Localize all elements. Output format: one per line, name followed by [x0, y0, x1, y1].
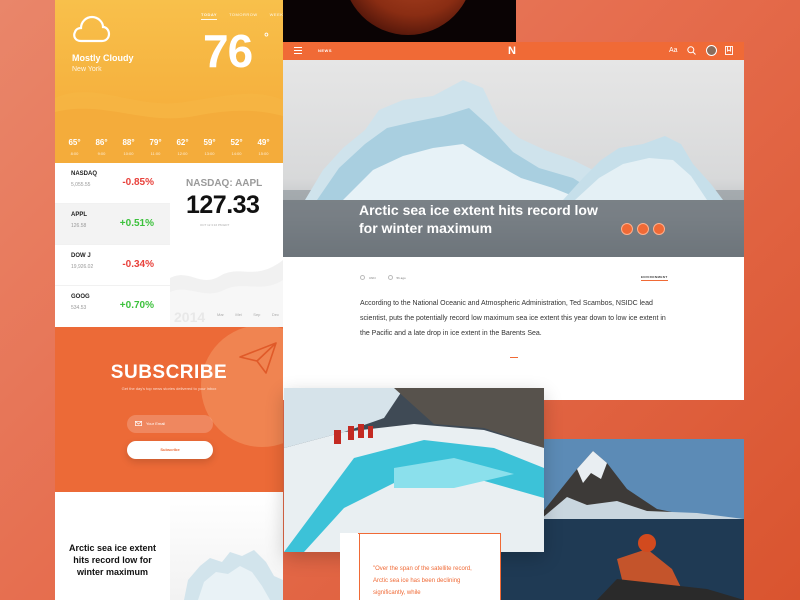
forecast-item: 79° 11:00 — [149, 138, 161, 156]
time-meta: 5h ago — [387, 275, 406, 280]
article-headline: Arctic sea ice extent hits record low fo… — [359, 202, 598, 236]
brand-logo[interactable]: N — [508, 45, 516, 57]
stock-list: NASDAQ 5,055.55 -0.85% APPL 126.58 +0.51… — [55, 163, 170, 327]
month-label: Mar — [217, 312, 224, 317]
article-body: According to the National Oceanic and At… — [360, 300, 666, 337]
iceberg-thumbnail-image — [184, 550, 283, 600]
tab-today[interactable]: TODAY — [201, 12, 218, 20]
stock-change: +0.70% — [119, 300, 154, 311]
forecast-item: 88° 10:00 — [122, 138, 134, 156]
forecast-hour: 11:00 — [150, 151, 161, 156]
weather-city: New York — [72, 66, 102, 73]
glacier-scene — [284, 388, 544, 552]
forecast-item: 52° 14:00 — [230, 138, 242, 156]
forecast-item: 62° 12:00 — [176, 138, 188, 156]
forecast-temp: 62° — [176, 138, 189, 147]
nav-news-link[interactable]: NEWS — [318, 48, 332, 53]
forecast-item: 65° 8:00 — [68, 138, 80, 156]
tab-tomorrow[interactable]: TOMORROW — [229, 12, 258, 20]
clock-icon — [387, 275, 393, 280]
subscribe-title: SUBSCRIBE — [110, 362, 228, 383]
forecast-hour: 10:00 — [123, 151, 134, 156]
email-placeholder: Your Email — [146, 421, 166, 426]
side-article-card[interactable]: Arctic sea ice extent hits record low fo… — [55, 492, 170, 600]
weather-tabs: TODAY TOMORROW WEEK — [201, 12, 283, 20]
glacier-photo — [284, 388, 544, 552]
forecast-hour: 9:00 — [97, 151, 106, 156]
stock-change: +0.51% — [119, 218, 154, 229]
chart-year: 2014 — [174, 309, 206, 325]
share-icon[interactable] — [653, 223, 665, 235]
forecast-temp: 79° — [149, 138, 162, 147]
tab-week[interactable]: WEEK — [270, 12, 283, 20]
stock-value: 5,055.55 — [71, 182, 91, 188]
forecast-temp: 49° — [257, 138, 270, 147]
stock-name: NASDAQ — [71, 171, 98, 177]
article-source: CNN — [369, 275, 376, 280]
pull-quote: "Over the span of the satellite record, … — [373, 566, 472, 596]
article-panel: NEWS N Aa Arctic sea ice extent hits rec… — [283, 42, 744, 400]
category-tag[interactable]: ENVIRONMENT — [641, 275, 668, 281]
menu-icon[interactable] — [294, 47, 302, 54]
forecast-hour: 15:00 — [258, 151, 269, 156]
current-temperature: 76 — [203, 25, 253, 77]
subscribe-description: Get the day's top news stories delivered… — [121, 386, 217, 391]
side-article-thumbnail[interactable] — [170, 492, 283, 600]
chart-months: Mar Mei Sep Dec — [217, 312, 279, 317]
side-article-title: Arctic sea ice extent hits record low fo… — [68, 543, 157, 577]
planet-shape — [343, 0, 473, 35]
mail-icon — [135, 421, 142, 426]
section-divider — [510, 357, 518, 358]
month-label: Dec — [271, 312, 279, 317]
source-meta: CNN — [360, 275, 376, 280]
stock-detail-card: NASDAQ: AAPL 127.33 OCT 12 3:16 PM EDT 2… — [170, 163, 283, 327]
comment-icon[interactable] — [621, 223, 633, 235]
email-field[interactable]: Your Email — [127, 415, 213, 433]
article-meta: CNN 5h ago — [360, 275, 406, 280]
stock-row-nasdaq[interactable]: NASDAQ 5,055.55 -0.85% — [55, 163, 170, 204]
hourly-forecast: 65° 8:00 86° 9:00 88° 10:00 79° 11:00 62° 12:… — [55, 138, 283, 156]
stock-timestamp: OCT 12 3:16 PM EDT — [200, 223, 230, 227]
forecast-temp: 88° — [122, 138, 135, 147]
font-size-icon[interactable]: Aa — [669, 47, 678, 54]
forecast-hour: 12:00 — [177, 151, 188, 156]
forecast-temp: 65° — [68, 138, 81, 147]
top-navigation-bar: NEWS N Aa — [283, 42, 744, 60]
stock-row-dowj[interactable]: DOW J 19,926.02 -0.34% — [55, 245, 170, 286]
forecast-temp: 86° — [95, 138, 108, 147]
stock-row-appl[interactable]: APPL 126.58 +0.51% — [55, 204, 170, 245]
degree-symbol: ° — [264, 30, 269, 44]
forecast-temp: 52° — [230, 138, 243, 147]
month-label: Mei — [235, 312, 242, 317]
stock-name: DOW J — [71, 253, 91, 259]
stock-price: 127.33 — [186, 191, 260, 219]
month-label: Sep — [253, 312, 261, 317]
stock-change: -0.85% — [122, 177, 154, 188]
forecast-temp: 59° — [203, 138, 216, 147]
bookmark-icon[interactable] — [637, 223, 649, 235]
forecast-hour: 13:00 — [204, 151, 215, 156]
search-icon[interactable] — [687, 46, 696, 55]
forecast-item: 59° 13:00 — [203, 138, 215, 156]
bookmark-icon[interactable] — [725, 46, 733, 55]
forecast-hour: 8:00 — [70, 151, 79, 156]
planet-image — [283, 0, 516, 42]
subscribe-button[interactable]: Subscribe — [127, 441, 213, 459]
cloud-icon — [73, 15, 111, 43]
source-icon — [360, 275, 365, 280]
hero-image: Arctic sea ice extent hits record low fo… — [283, 60, 744, 257]
stock-change: -0.34% — [122, 259, 154, 270]
subscribe-widget: SUBSCRIBE Get the day's top news stories… — [55, 327, 283, 492]
user-avatar[interactable] — [706, 45, 717, 56]
forecast-item: 49° 15:00 — [257, 138, 269, 156]
stock-ticker-title: NASDAQ: AAPL — [186, 178, 263, 189]
article-actions — [621, 223, 665, 235]
forecast-hour: 14:00 — [231, 151, 242, 156]
weather-condition: Mostly Cloudy — [72, 53, 134, 63]
forecast-item: 86° 9:00 — [95, 138, 107, 156]
stock-value: 19,926.02 — [71, 264, 94, 270]
stock-row-goog[interactable]: GOOG 534.53 +0.70% — [55, 286, 170, 327]
article-time: 5h ago — [396, 275, 406, 280]
weather-widget: Mostly Cloudy New York TODAY TOMORROW WE… — [55, 0, 283, 163]
